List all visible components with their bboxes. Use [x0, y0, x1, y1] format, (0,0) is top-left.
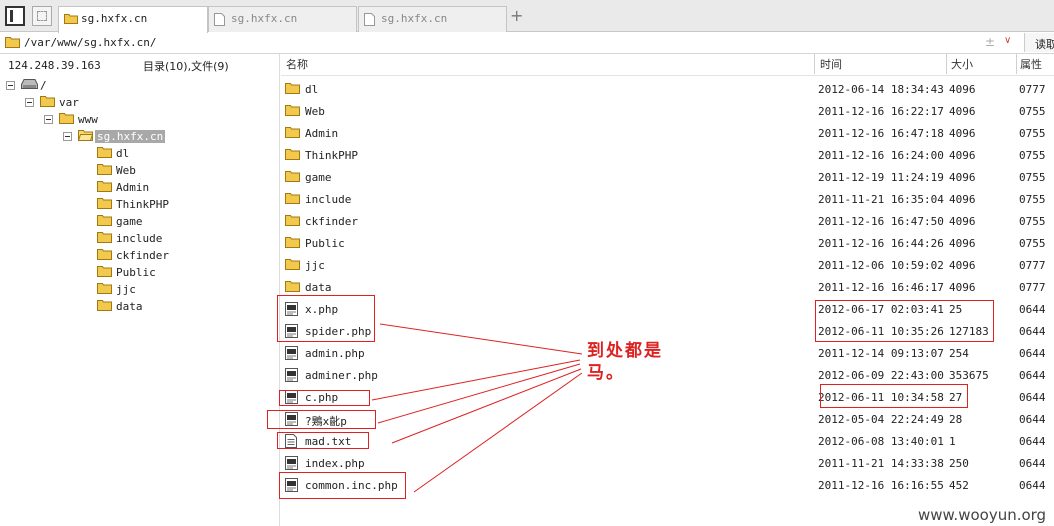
pointer-line [391, 368, 582, 444]
annotation-text: 到处都是马。 [587, 341, 663, 383]
pointer-line [379, 323, 583, 355]
pointer-line [413, 372, 583, 493]
annotation-pointer-lines [371, 323, 583, 493]
watermark: www.wooyun.org [918, 506, 1047, 524]
